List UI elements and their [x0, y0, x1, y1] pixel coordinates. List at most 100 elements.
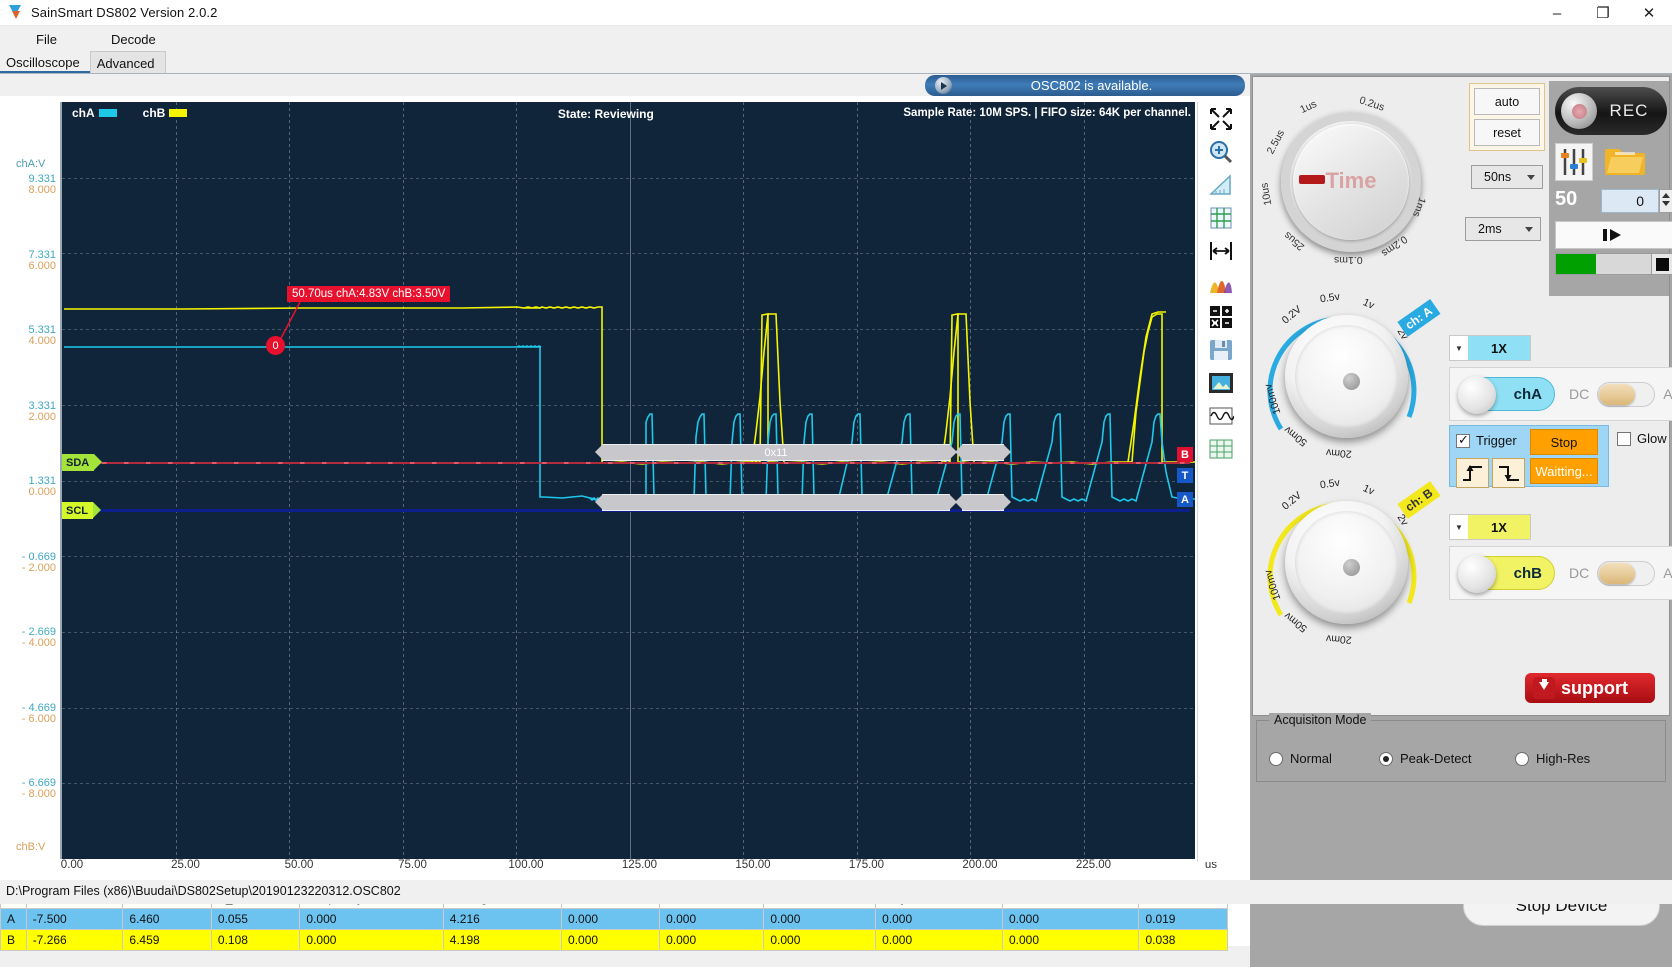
radio-peak-detect[interactable] [1379, 751, 1393, 766]
acquisition-option-high-res[interactable]: High-Res [1515, 751, 1590, 766]
status-bar: D:\Program Files (x86)\Buudai\DS802Setup… [0, 880, 1672, 904]
record-stop-square[interactable] [1651, 254, 1672, 274]
channel-legend: chA chB [72, 106, 188, 120]
title-bar: SainSmart DS802 Version 2.0.2 – ❐ ✕ [0, 0, 1672, 26]
chb-dc-label: DC [1569, 565, 1590, 581]
chb-coupling-switch[interactable] [1597, 560, 1656, 586]
record-progress-bar[interactable] [1555, 253, 1672, 275]
step-play-button[interactable] [1555, 221, 1672, 249]
table-cell: 0.000 [299, 929, 444, 951]
table-icon[interactable] [1198, 432, 1244, 465]
timebase-select-value: 50ns [1484, 170, 1512, 184]
table-cell: -7.266 [25, 929, 124, 951]
close-button[interactable]: ✕ [1626, 0, 1672, 26]
record-count-label: 50 [1555, 188, 1578, 210]
range-select[interactable]: 2ms [1465, 217, 1541, 241]
chb-probe-chevron-down-icon[interactable]: ▼ [1450, 523, 1468, 532]
decode-packet[interactable]: 0x11 [595, 444, 957, 461]
banner-row: OSC802 is available. [0, 74, 1250, 96]
x-tick-7: 175.00 [848, 859, 885, 871]
x-tick-2: 50.00 [284, 859, 314, 871]
radio-normal[interactable] [1269, 751, 1283, 766]
table-cell: 0.000 [875, 929, 1003, 951]
acquisition-option-peak-detect[interactable]: Peak-Detect [1379, 751, 1472, 766]
cha-coupling: DC AC [1569, 381, 1672, 407]
rec-dial-icon [1561, 93, 1597, 129]
decode-packet-scl-2[interactable] [955, 494, 1011, 511]
acquisition-mode-legend: Acquisiton Mode [1269, 713, 1372, 727]
frame-spinner-value[interactable]: 0 [1601, 189, 1659, 213]
x-tick-0: 0.00 [60, 859, 84, 871]
frame-spinner-buttons[interactable] [1659, 189, 1672, 213]
reset-button[interactable]: reset [1474, 119, 1540, 146]
settings-sliders-icon[interactable] [1555, 143, 1593, 181]
sample-rate-text: Sample Rate: 10M SPS. | FIFO size: 64K p… [903, 107, 1191, 119]
decode-packet-empty[interactable] [955, 444, 1011, 461]
waveform-plot[interactable]: SDA SCL 0x11 50.70us chA:4.83V chB:3.50V [60, 102, 1195, 859]
legend-cha[interactable]: chA [72, 106, 117, 120]
acquisition-option-normal[interactable]: Normal [1269, 751, 1332, 766]
chb-probe-select[interactable]: ▼ 1X [1449, 514, 1531, 540]
ruler-icon[interactable] [1198, 168, 1244, 201]
cha-coupling-switch[interactable] [1597, 381, 1656, 407]
control-panel-top: 1us 0.2us 2.5us 10us 25us 0.1ms 0.2ms 1ms Time … [1252, 76, 1672, 716]
scope-pane: OSC802 is available. chA:V chB:V 9.331 8.… [0, 74, 1250, 951]
support-button[interactable]: support [1525, 673, 1655, 703]
cha-probe-value: 1X [1468, 336, 1530, 360]
table-row[interactable]: A -7.500 6.460 0.055 0.000 4.216 0.000 0.000 0.0… [0, 908, 1228, 930]
menu-item-decode[interactable]: Decode [97, 29, 170, 50]
cha-toggle[interactable]: chA [1458, 376, 1555, 414]
marker-t[interactable]: T [1177, 468, 1193, 483]
chb-toggle[interactable]: chB [1458, 555, 1555, 593]
decode-packet-scl[interactable] [595, 494, 957, 511]
open-folder-icon[interactable] [1603, 143, 1649, 181]
radio-high-res[interactable] [1515, 751, 1529, 766]
trigger-checkbox[interactable]: Trigger [1456, 432, 1517, 448]
y-tick-2: 5.331 4.000 [0, 325, 56, 347]
x-tick-1: 25.00 [171, 859, 200, 871]
marker-a[interactable]: A [1177, 492, 1193, 507]
waiting-button[interactable]: Waitting... [1530, 458, 1598, 484]
measure-width-icon[interactable] [1198, 234, 1244, 267]
control-panel: 1us 0.2us 2.5us 10us 25us 0.1ms 0.2ms 1ms Time … [1250, 74, 1672, 967]
table-cell: 0.055 [210, 908, 301, 930]
table-row[interactable]: B -7.266 6.459 0.108 0.000 4.198 0.000 0.000 0.0… [0, 929, 1228, 951]
cursor-marker-0[interactable]: 0 [266, 336, 285, 355]
rec-button-label: REC [1609, 101, 1649, 120]
tab-advanced[interactable]: Advanced [89, 51, 166, 73]
menu-item-file[interactable]: File [22, 29, 71, 50]
histogram-icon[interactable] [1198, 267, 1244, 300]
cha-probe-chevron-down-icon[interactable]: ▼ [1450, 344, 1468, 353]
cha-dc-label: DC [1569, 386, 1590, 402]
grid-icon[interactable] [1198, 201, 1244, 234]
legend-chb[interactable]: chB [143, 106, 188, 120]
auto-button[interactable]: auto [1474, 88, 1540, 115]
tab-oscilloscope[interactable]: Oscilloscope [0, 51, 90, 73]
rising-edge-button[interactable] [1456, 458, 1489, 488]
scope-state-text: State: Reviewing [557, 107, 654, 121]
cha-probe-select[interactable]: ▼ 1X [1449, 335, 1531, 361]
expand-icon[interactable] [1198, 102, 1244, 135]
math-icon[interactable] [1198, 300, 1244, 333]
save-icon[interactable] [1198, 333, 1244, 366]
trigger-checkbox-box[interactable] [1456, 432, 1470, 448]
rec-button[interactable]: REC [1555, 87, 1667, 135]
chb-toggle-knob [1458, 555, 1496, 593]
glow-checkbox[interactable]: Glow [1617, 431, 1667, 446]
x-tick-3: 75.00 [398, 859, 427, 871]
stop-button[interactable]: Stop [1530, 429, 1598, 455]
availability-banner[interactable]: OSC802 is available. [925, 75, 1245, 96]
minimize-button[interactable]: – [1534, 0, 1580, 26]
timebase-select[interactable]: 50ns [1471, 165, 1543, 189]
marker-b[interactable]: B [1177, 447, 1193, 462]
export-image-icon[interactable] [1198, 366, 1244, 399]
time-knob-caption: Time [1325, 168, 1377, 193]
y-tick-3: 3.331 2.000 [0, 400, 56, 423]
zoom-icon[interactable] [1198, 135, 1244, 168]
rec-column: REC 50 0 [1549, 81, 1672, 296]
time-knob[interactable]: Time [1281, 112, 1421, 252]
maximize-button[interactable]: ❐ [1580, 0, 1626, 26]
falling-edge-button[interactable] [1492, 458, 1525, 488]
glow-checkbox-box[interactable] [1617, 431, 1631, 446]
waveform-icon[interactable] [1198, 399, 1244, 432]
